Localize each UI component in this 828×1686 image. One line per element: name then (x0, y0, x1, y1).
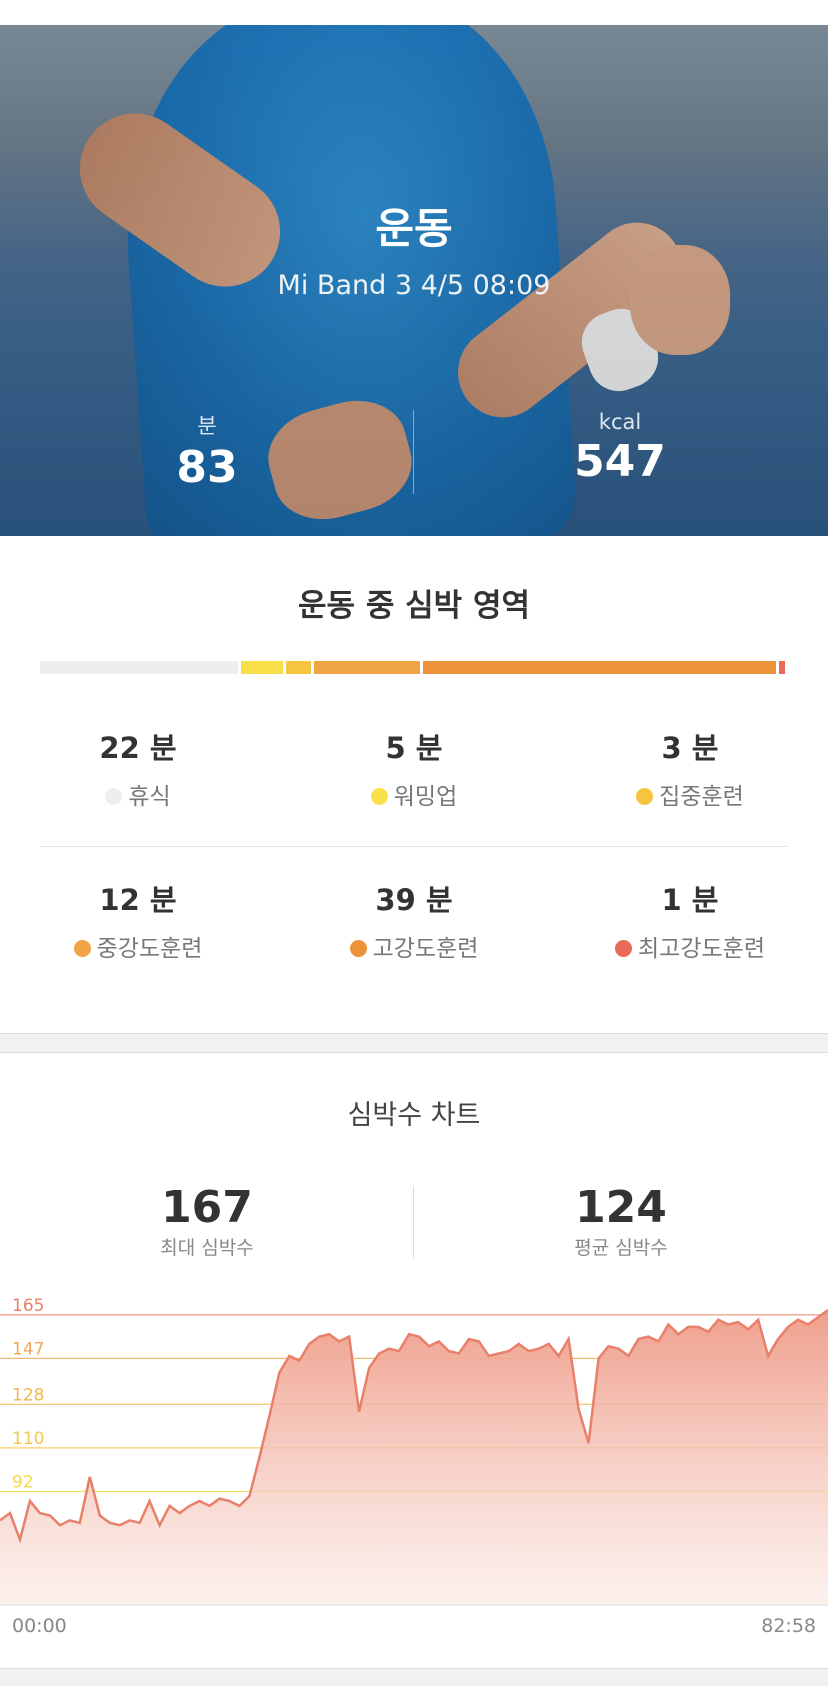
section-separator (0, 1668, 828, 1686)
zone-high: 39 분 고강도훈련 (276, 877, 552, 963)
status-strip (0, 0, 828, 25)
workout-subtitle: Mi Band 3 4/5 08:09 (277, 270, 551, 301)
zone-bar-segment (286, 661, 311, 674)
zone-label: 휴식 (128, 784, 171, 810)
zone-bar-segment (240, 661, 284, 674)
zone-warmup: 5 분 워밍업 (276, 725, 552, 811)
zone-label: 워밍업 (393, 784, 458, 810)
zone-dot-icon (636, 788, 654, 805)
duration-stat: 분 83 (107, 410, 307, 493)
zone-dot-icon (615, 940, 633, 957)
zone-dot-icon (105, 788, 123, 805)
zone-label: 고강도훈련 (372, 936, 479, 962)
zone-moderate: 12 분 중강도훈련 (0, 877, 276, 963)
calories-stat: kcal 547 (520, 410, 720, 487)
zone-max: 1 분 최고강도훈련 (552, 877, 828, 963)
y-axis-label: 128 (12, 1385, 44, 1405)
zone-minutes: 22 분 (99, 731, 177, 765)
zone-label: 중강도훈련 (96, 936, 203, 962)
y-axis-label: 92 (12, 1472, 34, 1492)
y-axis-label: 165 (12, 1296, 44, 1316)
heart-zone-title: 운동 중 심박 영역 (297, 588, 531, 624)
zone-label: 집중훈련 (659, 784, 744, 810)
avg-heart-rate: 124 평균 심박수 (471, 1182, 771, 1260)
zone-bar-segment (40, 661, 238, 674)
zone-minutes: 12 분 (99, 883, 177, 917)
calories-label: kcal (598, 410, 642, 434)
zone-divider (40, 846, 788, 847)
zone-focus: 3 분 집중훈련 (552, 725, 828, 811)
y-axis-label: 147 (12, 1339, 44, 1359)
zone-label: 최고강도훈련 (638, 936, 765, 962)
zone-minutes: 1 분 (661, 883, 719, 917)
zone-bar-segment (313, 661, 421, 674)
max-heart-rate-label: 최대 심박수 (160, 1237, 254, 1259)
zone-dot-icon (73, 940, 91, 957)
calories-value: 547 (574, 436, 666, 487)
max-heart-rate-value: 167 (161, 1182, 253, 1233)
stat-divider (413, 1186, 414, 1258)
zone-dot-icon (370, 788, 388, 805)
x-axis-start-label: 00:00 (12, 1615, 67, 1637)
zone-rest: 22 분 휴식 (0, 725, 276, 811)
y-axis-label: 110 (12, 1429, 44, 1449)
zone-bar-segment (423, 661, 776, 674)
heart-rate-area (0, 1310, 828, 1605)
heart-chart-title: 심박수 차트 (347, 1100, 481, 1131)
zone-dot-icon (349, 940, 367, 957)
heart-rate-chart: 165 147 128 110 92 (0, 1296, 828, 1606)
avg-heart-rate-value: 124 (575, 1182, 667, 1233)
workout-title: 운동 (375, 204, 453, 253)
zone-bar-segment (778, 661, 785, 674)
avg-heart-rate-label: 평균 심박수 (574, 1237, 668, 1259)
duration-value: 83 (176, 442, 238, 493)
zone-minutes: 39 분 (375, 883, 453, 917)
max-heart-rate: 167 최대 심박수 (57, 1182, 357, 1260)
zone-minutes: 3 분 (661, 731, 719, 765)
x-axis-end-label: 82:58 (761, 1615, 816, 1637)
stat-divider (413, 410, 414, 494)
section-separator (0, 1033, 828, 1053)
duration-label: 분 (197, 414, 217, 438)
zone-minutes: 5 분 (385, 731, 443, 765)
